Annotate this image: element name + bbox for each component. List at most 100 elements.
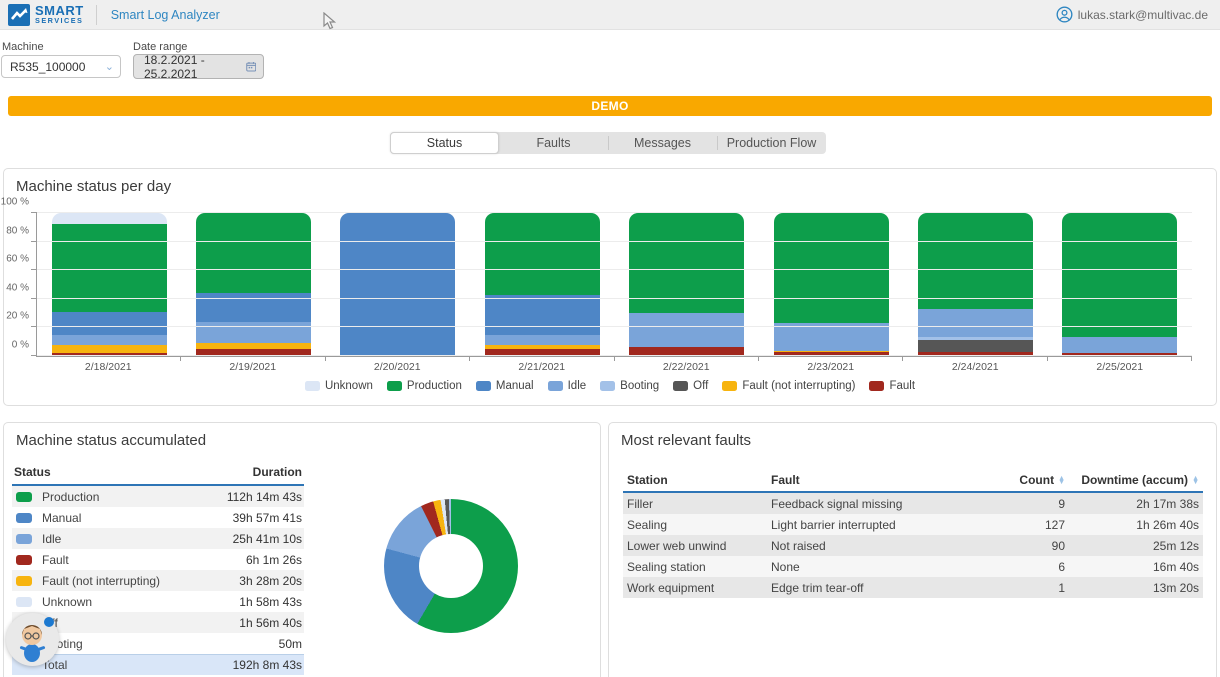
user-account[interactable]: lukas.stark@multivac.de [1056, 6, 1220, 23]
user-email: lukas.stark@multivac.de [1078, 8, 1208, 22]
filter-row: Machine R535_100000 ⌄ Date range 18.2.20… [0, 31, 1220, 89]
sort-icon: ▲▼ [1058, 477, 1065, 484]
x-axis-label: 2/22/2021 [614, 361, 759, 373]
chart-legend: Unknown Production Manual Idle Booting Off Fau… [4, 380, 1216, 392]
faults-col-station: Station [623, 473, 771, 487]
faults-col-downtime[interactable]: Downtime (accum)▲▼ [1065, 473, 1203, 487]
top-bar: SMART SERVICES Smart Log Analyzer lukas.… [0, 0, 1220, 30]
logo-icon [8, 4, 30, 26]
daterange-value: 18.2.2021 - 25.2.2021 [144, 53, 239, 81]
bar-segment-manual [485, 295, 600, 335]
bar-segment-fault-not-interrupting- [52, 345, 167, 354]
bar-segment-production [485, 213, 600, 295]
x-axis-label: 2/18/2021 [36, 361, 181, 373]
accum-table-header: Status Duration [12, 461, 304, 486]
y-axis-label: 60 % [6, 254, 29, 265]
daterange-input[interactable]: 18.2.2021 - 25.2.2021 [133, 54, 264, 79]
accum-row-manual[interactable]: Manual39h 57m 41s [12, 507, 304, 528]
bar-segment-idle [918, 309, 1033, 338]
stacked-bar-2/23/2021[interactable] [774, 213, 889, 356]
chevron-down-icon: ⌄ [105, 60, 114, 73]
accum-row-production[interactable]: Production112h 14m 43s [12, 486, 304, 507]
bar-segment-off [918, 340, 1033, 351]
bar-segment-idle [1062, 337, 1177, 353]
fault-row-sealing-station[interactable]: Sealing stationNone616m 40s [623, 556, 1203, 577]
fault-row-lower-web-unwind[interactable]: Lower web unwindNot raised9025m 12s [623, 535, 1203, 556]
stacked-bar-2/21/2021[interactable] [485, 213, 600, 356]
mouse-cursor [323, 12, 336, 30]
app-title: Smart Log Analyzer [111, 8, 220, 22]
fault-row-work-equipment[interactable]: Work equipmentEdge trim tear-off113m 20s [623, 577, 1203, 598]
fault-row-filler[interactable]: FillerFeedback signal missing92h 17m 38s [623, 493, 1203, 514]
machine-select[interactable]: R535_100000 ⌄ [1, 55, 121, 78]
accum-row-fault-not-interrupting-[interactable]: Fault (not interrupting)3h 28m 20s [12, 570, 304, 591]
bar-segment-production [774, 213, 889, 323]
stacked-bar-2/22/2021[interactable] [629, 213, 744, 356]
stacked-bar-2/24/2021[interactable] [918, 213, 1033, 356]
legend-item-fault-not-interrupting-: Fault (not interrupting) [722, 380, 855, 392]
stacked-bar-2/20/2021[interactable] [340, 213, 455, 356]
y-axis-label: 20 % [6, 311, 29, 322]
accum-row-idle[interactable]: Idle25h 41m 10s [12, 528, 304, 549]
stacked-bar-2/25/2021[interactable] [1062, 213, 1177, 356]
x-axis-label: 2/21/2021 [470, 361, 615, 373]
x-axis-label: 2/25/2021 [1048, 361, 1193, 373]
stacked-bar-2/19/2021[interactable] [196, 213, 311, 356]
demo-banner-text: DEMO [591, 99, 628, 113]
legend-item-unknown: Unknown [305, 380, 373, 392]
tab-status[interactable]: Status [390, 132, 499, 154]
user-icon [1056, 6, 1073, 23]
bar-segment-production [1062, 213, 1177, 337]
faults-table-header: Station Fault Count▲▼ Downtime (accum)▲▼ [623, 469, 1203, 493]
bar-segment-idle [629, 313, 744, 347]
bar-segment-production [196, 213, 311, 293]
faults-title: Most relevant faults [609, 423, 1216, 449]
machine-value: R535_100000 [10, 60, 85, 74]
legend-item-production: Production [387, 380, 462, 392]
accum-title: Machine status accumulated [4, 423, 600, 449]
smart-services-logo: SMART SERVICES [0, 4, 84, 26]
calendar-icon [246, 60, 256, 73]
y-axis-label: 40 % [6, 282, 29, 293]
x-axis-label: 2/24/2021 [903, 361, 1048, 373]
x-axis-label: 2/20/2021 [325, 361, 470, 373]
legend-item-off: Off [673, 380, 708, 392]
accum-row-fault[interactable]: Fault6h 1m 26s [12, 549, 304, 570]
bar-segment-idle [196, 322, 311, 343]
faults-col-fault: Fault [771, 473, 987, 487]
chart-title: Machine status per day [4, 169, 1216, 195]
divider [96, 5, 97, 25]
machine-label: Machine [2, 41, 44, 53]
machine-status-per-day-panel: Machine status per day 0 %20 %40 %60 %80… [3, 168, 1217, 406]
bar-segment-unknown [52, 213, 167, 224]
bar-segment-manual [340, 213, 455, 356]
most-relevant-faults-panel: Most relevant faults Station Fault Count… [608, 422, 1217, 677]
bar-segment-idle [485, 335, 600, 345]
x-axis-labels: 2/18/20212/19/20212/20/20212/21/20212/22… [36, 361, 1192, 373]
daterange-label: Date range [133, 41, 187, 53]
y-axis-label: 100 % [1, 197, 29, 208]
status-donut-chart [384, 499, 518, 633]
legend-item-idle: Idle [548, 380, 587, 392]
y-axis-label: 80 % [6, 225, 29, 236]
tab-messages[interactable]: Messages [608, 132, 717, 154]
accum-row-unknown[interactable]: Unknown1h 58m 43s [12, 591, 304, 612]
chatbot-notification-dot [44, 617, 54, 627]
stacked-bar-2/18/2021[interactable] [52, 213, 167, 356]
machine-status-accumulated-panel: Machine status accumulated Status Durati… [3, 422, 601, 677]
faults-table: Station Fault Count▲▼ Downtime (accum)▲▼… [623, 469, 1203, 598]
faults-col-count[interactable]: Count▲▼ [987, 473, 1065, 487]
legend-item-booting: Booting [600, 380, 659, 392]
tab-bar: StatusFaultsMessagesProduction Flow [390, 132, 826, 154]
tab-production-flow[interactable]: Production Flow [717, 132, 826, 154]
x-axis-label: 2/23/2021 [759, 361, 904, 373]
tab-faults[interactable]: Faults [499, 132, 608, 154]
bar-segment-manual [52, 312, 167, 335]
stacked-bar-chart: 0 %20 %40 %60 %80 %100 % [36, 213, 1192, 357]
fault-row-sealing[interactable]: SealingLight barrier interrupted1271h 26… [623, 514, 1203, 535]
legend-item-fault: Fault [869, 380, 915, 392]
y-axis-label: 0 % [12, 340, 29, 351]
bar-segment-production [918, 213, 1033, 309]
bar-segment-idle [52, 335, 167, 345]
legend-item-manual: Manual [476, 380, 534, 392]
